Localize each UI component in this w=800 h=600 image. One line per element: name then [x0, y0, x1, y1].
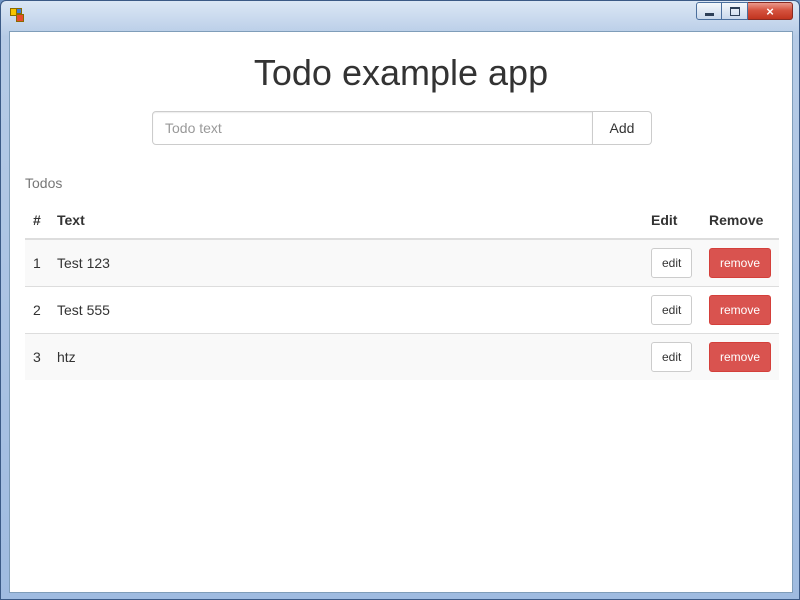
row-text: Test 555 [49, 286, 643, 334]
row-number: 3 [25, 333, 49, 380]
add-todo-form: Add [152, 111, 652, 145]
table-row: 3 htz edit remove [25, 333, 779, 380]
todos-table: # Text Edit Remove 1 Test 123 edit remov… [25, 202, 779, 380]
edit-button[interactable]: edit [650, 342, 693, 372]
add-button[interactable]: Add [593, 111, 652, 145]
client-area: Todo example app Add Todos # Text Edit R… [9, 31, 793, 593]
page-title: Todo example app [253, 52, 549, 93]
todos-section-label: Todos [25, 175, 63, 191]
header-num: # [25, 202, 49, 240]
remove-button[interactable]: remove [708, 295, 771, 325]
header-text: Text [49, 202, 643, 240]
table-header-row: # Text Edit Remove [25, 202, 779, 240]
title-bar[interactable]: × [1, 1, 799, 31]
close-icon: × [766, 3, 774, 19]
app-window-icon[interactable] [10, 8, 24, 22]
remove-button[interactable]: remove [708, 342, 771, 372]
edit-button[interactable]: edit [650, 248, 693, 278]
header-edit: Edit [642, 202, 701, 240]
minimize-icon [704, 12, 714, 16]
maximize-button[interactable] [722, 2, 748, 20]
row-number: 1 [25, 239, 49, 287]
header-remove: Remove [700, 202, 779, 240]
row-number: 2 [25, 286, 49, 334]
close-button[interactable]: × [748, 2, 793, 20]
minimize-button[interactable] [696, 2, 722, 20]
row-text: Test 123 [49, 239, 643, 287]
edit-button[interactable]: edit [650, 295, 693, 325]
row-text: htz [49, 333, 643, 380]
maximize-icon [729, 6, 740, 16]
table-row: 1 Test 123 edit remove [25, 239, 779, 287]
window-controls: × [696, 2, 793, 22]
app-window: × Todo example app Add Todos # Text Edit… [0, 0, 800, 600]
remove-button[interactable]: remove [708, 248, 771, 278]
table-row: 2 Test 555 edit remove [25, 286, 779, 334]
todo-text-input[interactable] [152, 111, 593, 145]
